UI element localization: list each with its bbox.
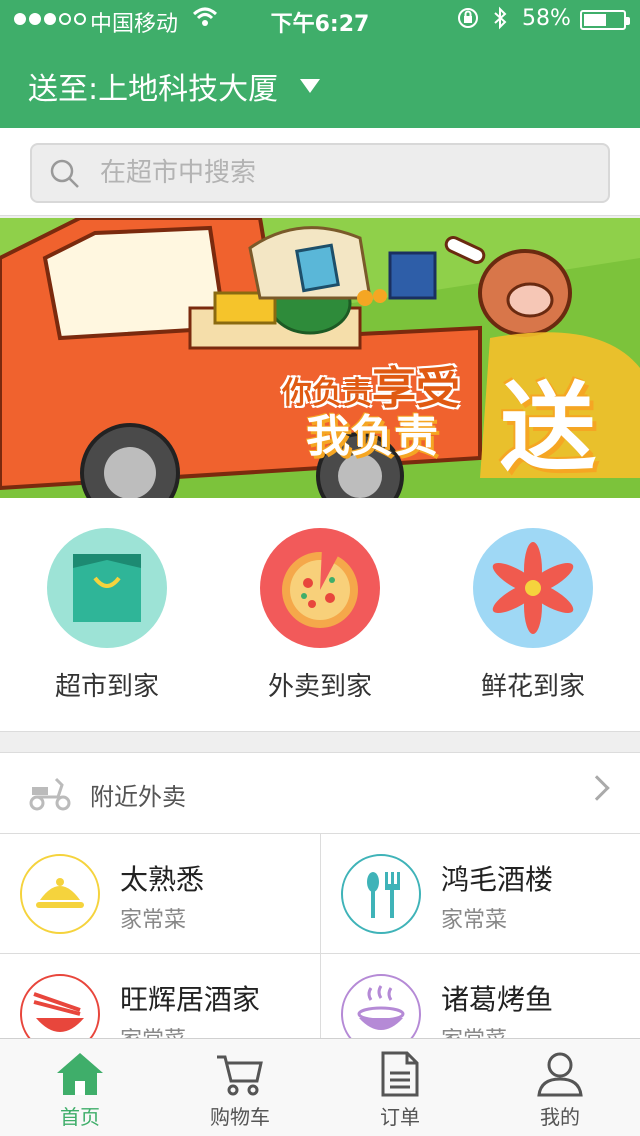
- rotation-lock-icon: [456, 6, 480, 36]
- shop-item[interactable]: 鸿毛酒楼 家常菜: [320, 834, 640, 954]
- banner-slogan-line2: 我负责: [306, 411, 438, 462]
- spoon-fork-icon: [341, 854, 421, 934]
- shop-name: 旺辉居酒家: [120, 983, 261, 1016]
- battery-icon: [580, 10, 630, 30]
- category-label: 超市到家: [54, 672, 159, 702]
- shopping-bag-icon: [47, 528, 167, 648]
- bottom-tab-bar: 首页 购物车 订单 我的: [0, 1038, 640, 1136]
- nearby-title: 附近外卖: [90, 783, 186, 811]
- tab-home[interactable]: 首页: [0, 1039, 160, 1136]
- tab-label: 首页: [60, 1105, 100, 1129]
- tab-cart[interactable]: 购物车: [160, 1039, 320, 1136]
- chevron-right-icon: [584, 775, 610, 801]
- delivery-address: 送至:上地科技大厦: [28, 72, 279, 107]
- food-cloche-icon: [20, 854, 100, 934]
- bluetooth-icon: [492, 6, 508, 36]
- delivery-address-selector[interactable]: 送至:上地科技大厦: [28, 64, 321, 108]
- shop-name: 鸿毛酒楼: [441, 863, 554, 896]
- nearby-takeout-header[interactable]: 附近外卖: [0, 752, 640, 834]
- tab-label: 我的: [540, 1105, 580, 1129]
- category-flowers[interactable]: 鲜花到家: [433, 528, 633, 703]
- top-bar: 中国移动 下午6:27 58% 送至:上地科技大厦: [0, 0, 640, 128]
- search-icon: [50, 159, 79, 188]
- dropdown-arrow-icon: [300, 79, 321, 93]
- shop-type: 家常菜: [120, 908, 187, 933]
- tab-label: 购物车: [210, 1105, 270, 1129]
- order-icon: [381, 1051, 419, 1097]
- category-row: 超市到家 外卖到家 鲜花到家: [0, 498, 640, 732]
- scooter-icon: [29, 777, 71, 811]
- shop-item[interactable]: 太熟悉 家常菜: [0, 834, 320, 954]
- tab-orders[interactable]: 订单: [320, 1039, 480, 1136]
- category-supermarket[interactable]: 超市到家: [7, 528, 207, 703]
- category-label: 鲜花到家: [480, 672, 585, 702]
- pizza-icon: [260, 528, 380, 648]
- banner-slogan-word: 送: [500, 372, 596, 484]
- search-input[interactable]: [100, 153, 590, 193]
- status-bar: 中国移动 下午6:27 58%: [0, 0, 640, 40]
- shop-grid: 太熟悉 家常菜 鸿毛酒楼 家常菜 旺辉居酒家 家常菜 诸葛烤鱼 家常菜: [0, 834, 640, 1074]
- user-icon: [537, 1052, 583, 1097]
- search-box[interactable]: [30, 143, 610, 203]
- shop-type: 家常菜: [441, 908, 508, 933]
- tab-profile[interactable]: 我的: [480, 1039, 640, 1136]
- battery-percent: 58%: [522, 6, 571, 31]
- category-label: 外卖到家: [267, 672, 372, 702]
- shop-name: 诸葛烤鱼: [441, 983, 554, 1016]
- tab-label: 订单: [380, 1105, 420, 1129]
- category-takeout[interactable]: 外卖到家: [220, 528, 420, 703]
- search-bar-container: [0, 128, 640, 216]
- cart-icon: [217, 1055, 263, 1096]
- home-icon: [57, 1053, 103, 1095]
- shop-name: 太熟悉: [120, 863, 205, 896]
- flower-icon: [473, 528, 593, 648]
